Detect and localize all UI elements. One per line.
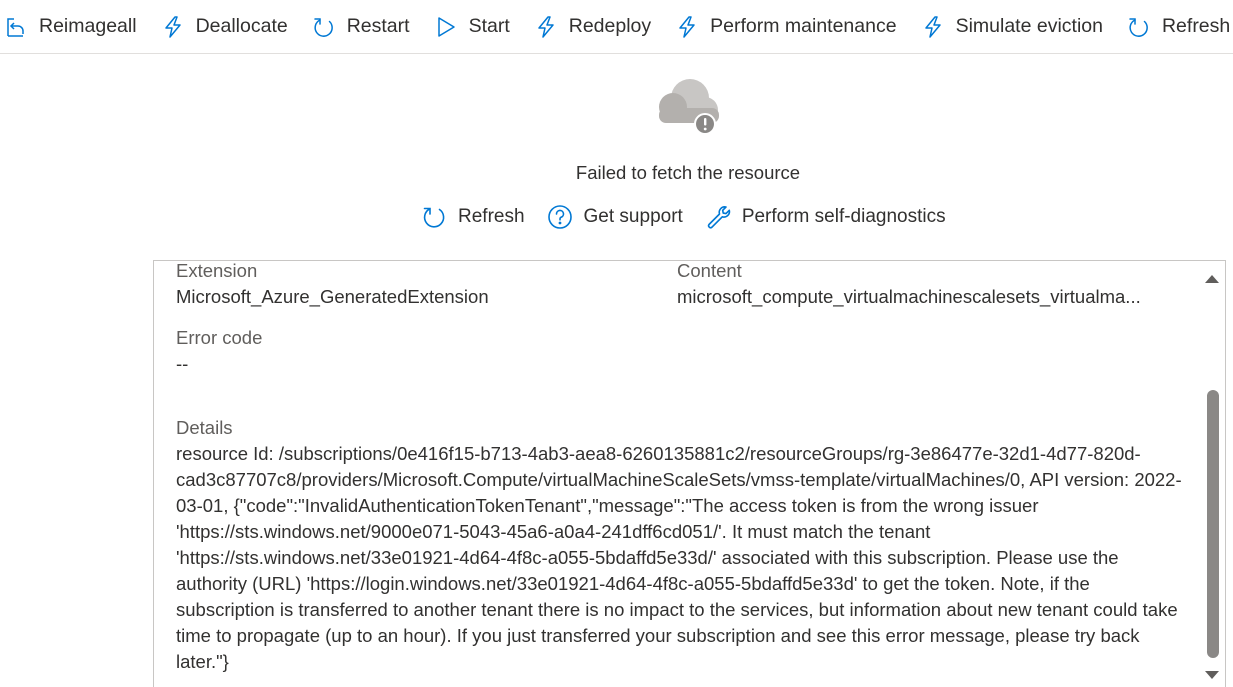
refresh-button[interactable]: Refresh	[1121, 7, 1233, 47]
refresh-link-label: Refresh	[458, 206, 525, 227]
command-bar: Reimageall Deallocate Restart Start Rede…	[0, 0, 1233, 54]
redeploy-label: Redeploy	[568, 15, 652, 37]
error-details-panel: Extension Microsoft_Azure_GeneratedExten…	[153, 260, 1226, 687]
wrench-icon	[707, 206, 731, 229]
self-diagnostics-link[interactable]: Perform self-diagnostics	[705, 204, 946, 230]
question-circle-icon	[547, 205, 572, 229]
scroll-up-arrow-icon[interactable]	[1203, 270, 1221, 286]
restart-icon	[313, 17, 333, 37]
content-value: microsoft_compute_virtualmachinescaleset…	[677, 286, 1141, 307]
details-label: Details	[176, 417, 233, 438]
refresh-link[interactable]: Refresh	[421, 204, 525, 230]
refresh-icon	[1129, 17, 1148, 37]
error-code-label: Error code	[176, 327, 263, 348]
refresh-icon	[423, 207, 445, 228]
play-icon	[437, 16, 455, 37]
simulate-eviction-button[interactable]: Simulate eviction	[915, 7, 1121, 47]
perform-maintenance-label: Perform maintenance	[710, 15, 897, 37]
get-support-label: Get support	[583, 206, 683, 227]
self-diagnostics-label: Perform self-diagnostics	[741, 206, 946, 227]
content-label: Content	[677, 260, 742, 281]
lightning-icon	[924, 15, 941, 38]
error-actions: Refresh Get support Perform self-diagnos…	[421, 204, 968, 230]
lightning-icon	[538, 15, 554, 38]
reimageall-label: Reimageall	[39, 15, 137, 37]
start-label: Start	[468, 15, 510, 37]
deallocate-button[interactable]: Deallocate	[155, 7, 306, 47]
reimageall-button[interactable]: Reimageall	[0, 7, 155, 47]
details-value: resource Id: /subscriptions/0e416f15-b71…	[176, 443, 1182, 672]
reimage-icon	[7, 17, 24, 37]
get-support-link[interactable]: Get support	[547, 204, 683, 230]
scroll-down-arrow-icon[interactable]	[1203, 667, 1221, 683]
scrollbar-thumb[interactable]	[1207, 390, 1219, 658]
lightning-icon	[679, 15, 695, 38]
lightning-icon	[164, 15, 181, 38]
extension-label: Extension	[176, 260, 258, 281]
error-message: Failed to fetch the resource	[575, 162, 801, 183]
refresh-label: Refresh	[1161, 15, 1231, 37]
start-button[interactable]: Start	[428, 7, 528, 47]
restart-label: Restart	[346, 15, 410, 37]
restart-button[interactable]: Restart	[306, 7, 428, 47]
cloud-warning-icon	[659, 79, 719, 134]
perform-maintenance-button[interactable]: Perform maintenance	[669, 7, 914, 47]
error-code-value: --	[176, 353, 189, 374]
extension-value: Microsoft_Azure_GeneratedExtension	[176, 286, 489, 307]
simulate-eviction-label: Simulate eviction	[955, 15, 1103, 37]
deallocate-label: Deallocate	[195, 15, 288, 37]
redeploy-button[interactable]: Redeploy	[528, 7, 669, 47]
